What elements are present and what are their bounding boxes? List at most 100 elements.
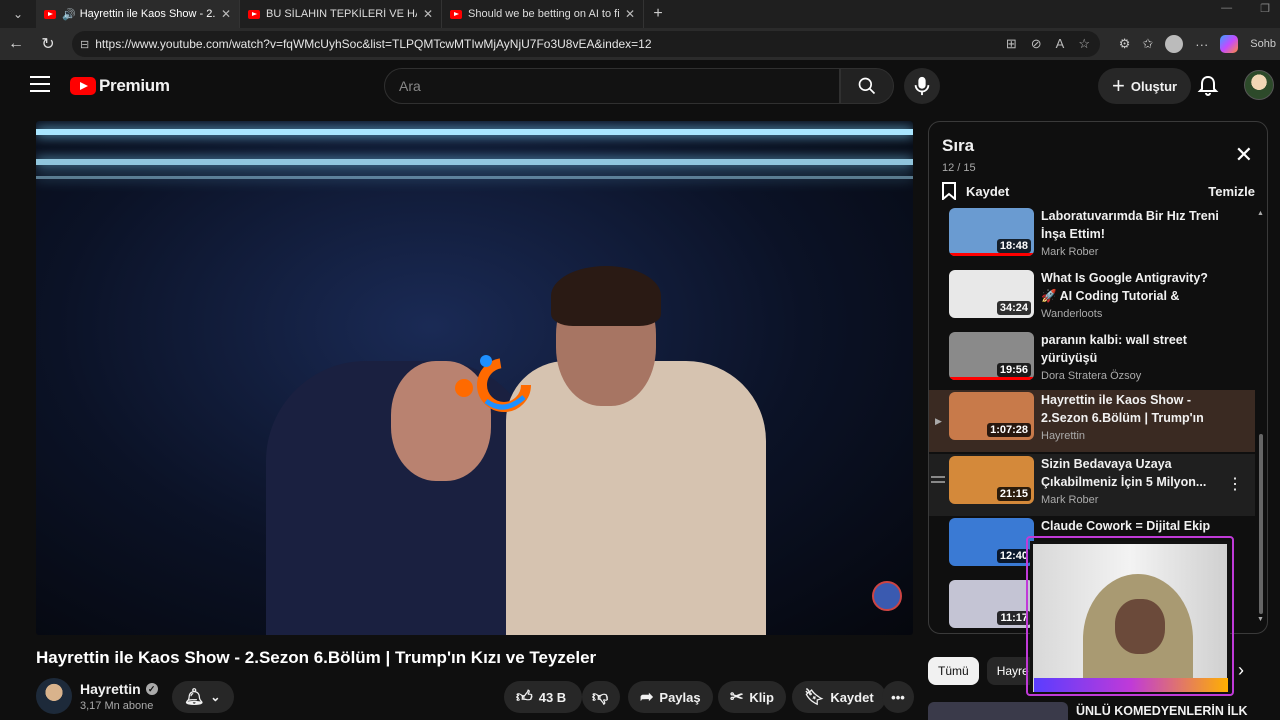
more-actions-label: •••	[891, 689, 905, 705]
like-count: 43 B	[538, 689, 567, 705]
thumbs-up-icon: 👍︎	[516, 688, 533, 706]
youtube-logo[interactable]: Premium	[70, 76, 170, 96]
queue-item-channel: Wanderloots	[1041, 308, 1103, 320]
video-duration: 18:48	[996, 239, 1031, 253]
save-button[interactable]: 🔖︎ Kaydet	[792, 681, 886, 713]
video-thumbnail: 34:24	[949, 270, 1034, 318]
recommendation-title[interactable]: ÜNLÜ KOMEDYENLERİN İLK	[1076, 704, 1248, 718]
channel-name[interactable]: Hayrettin ✓	[80, 681, 158, 697]
more-menu-icon[interactable]: ···	[1195, 37, 1208, 52]
video-thumbnail: 19:56	[949, 332, 1034, 380]
video-thumbnail: 12:40	[949, 518, 1034, 566]
microphone-icon	[914, 76, 930, 96]
more-options-icon[interactable]: ⋮	[1227, 474, 1243, 494]
address-bar[interactable]: ⊟ https://www.youtube.com/watch?v=fqWMcU…	[72, 31, 1100, 57]
share-button[interactable]: ➦ Paylaş	[628, 681, 713, 713]
chevron-right-icon[interactable]: ›	[1238, 660, 1244, 681]
voice-search-button[interactable]	[904, 68, 940, 104]
share-icon: ➦	[640, 689, 654, 706]
video-thumbnail: 11:17	[949, 580, 1034, 628]
queue-item-title: Hayrettin ile Kaos Show - 2.Sezon 6.Bölü…	[1041, 393, 1204, 425]
extensions-icon[interactable]: ⚙	[1119, 36, 1131, 52]
notifications-bell-icon[interactable]	[1196, 74, 1220, 98]
tab-close-icon[interactable]: ✕	[221, 7, 231, 21]
tab-close-icon[interactable]: ✕	[625, 7, 635, 21]
new-tab-button[interactable]: +	[644, 5, 672, 23]
queue-item[interactable]: 18:48 Laboratuvarımda Bir Hız Treni İnşa…	[929, 206, 1255, 268]
channel-avatar[interactable]	[36, 678, 72, 714]
tab-current[interactable]: 🔊 Hayrettin ile Kaos Show - 2.Se ✕	[36, 0, 240, 28]
audio-icon[interactable]: 🔊	[62, 8, 76, 21]
bell-icon: 🔔︎	[184, 689, 205, 706]
tab-list-button[interactable]: ⌄	[0, 0, 36, 28]
minimize-icon[interactable]: —	[1221, 2, 1232, 15]
browser-tab-bar: ⌄ 🔊 Hayrettin ile Kaos Show - 2.Se ✕ BU …	[0, 0, 1280, 28]
restore-icon[interactable]: ❐	[1260, 2, 1270, 15]
address-bar-icons: ⊞ ⊘ A ☆	[1006, 36, 1090, 52]
scissors-icon: ✂	[730, 689, 744, 706]
webcam-frame	[1026, 536, 1234, 696]
queue-item-now-playing[interactable]: ▶ 1:07:28 Hayrettin ile Kaos Show - 2.Se…	[929, 390, 1255, 452]
save-label: Kaydet	[830, 689, 874, 705]
app-available-icon[interactable]: ⊞	[1006, 36, 1017, 52]
copilot-icon[interactable]	[1220, 35, 1239, 53]
video-player[interactable]	[36, 121, 913, 635]
profile-avatar[interactable]	[1165, 35, 1184, 53]
scroll-down-icon[interactable]: ▼	[1257, 616, 1264, 623]
tab-2[interactable]: BU SİLAHIN TEPKİLERİ VE HASARI ✕	[240, 0, 442, 28]
queue-scrollbar[interactable]: ▲ ▼	[1257, 210, 1265, 623]
browser-toolbar: ← ↻ ⊟ https://www.youtube.com/watch?v=fq…	[0, 28, 1280, 60]
url-text: https://www.youtube.com/watch?v=fqWMcUyh…	[95, 37, 652, 51]
video-duration: 34:24	[996, 301, 1031, 315]
queue-save-label: Kaydet	[966, 183, 1010, 199]
favorite-star-icon[interactable]: ☆	[1078, 36, 1090, 52]
youtube-favicon-icon	[248, 9, 260, 19]
scroll-up-icon[interactable]: ▲	[1257, 210, 1264, 217]
video-duration: 1:07:28	[987, 423, 1031, 437]
drag-handle-icon[interactable]	[931, 476, 945, 486]
browser-actions: ⚙ ✩ ··· Sohb	[1119, 28, 1280, 60]
reload-button[interactable]: ↻	[32, 28, 64, 60]
search-input[interactable]	[399, 78, 839, 94]
read-aloud-icon[interactable]: A	[1056, 36, 1065, 52]
window-controls: — ❐	[1221, 2, 1270, 15]
queue-title: Sıra	[942, 136, 975, 155]
scrollbar-thumb[interactable]	[1259, 434, 1263, 614]
back-button[interactable]: ←	[0, 28, 32, 60]
search-button[interactable]	[840, 68, 894, 104]
watch-progress	[949, 253, 1034, 256]
tab-3[interactable]: Should we be betting on AI to fix t ✕	[442, 0, 644, 28]
now-playing-icon: ▶	[935, 416, 942, 426]
filter-chips: Tümü Hayre	[928, 657, 1039, 685]
queue-save-button[interactable]: Kaydet	[942, 182, 1009, 200]
queue-item[interactable]: 21:15 Sizin Bedavaya Uzaya Çıkabilmeniz …	[929, 454, 1255, 516]
search-box	[384, 68, 840, 104]
create-button[interactable]: + Oluştur	[1098, 68, 1192, 104]
menu-icon[interactable]	[30, 76, 50, 94]
tracking-prevention-icon[interactable]: ⊘	[1031, 36, 1042, 52]
site-info-icon[interactable]: ⊟	[80, 38, 89, 51]
stage-light	[36, 159, 913, 165]
channel-watermark[interactable]	[872, 581, 902, 611]
queue-clear-button[interactable]: Temizle	[1208, 184, 1255, 199]
queue-item-title: paranın kalbi: wall street yürüyüşü	[1041, 333, 1187, 365]
tab-title: Should we be betting on AI to fix t	[468, 8, 619, 20]
dislike-button[interactable]: 👎︎	[582, 681, 620, 713]
plus-icon: +	[1112, 73, 1125, 98]
subscription-bell-button[interactable]: 🔔︎ ⌄	[172, 681, 234, 713]
share-label: Paylaş	[659, 689, 701, 705]
like-button[interactable]: 👍︎ 43 B	[504, 681, 582, 713]
account-avatar[interactable]	[1244, 70, 1274, 100]
verified-icon: ✓	[145, 683, 158, 695]
queue-item[interactable]: 19:56 paranın kalbi: wall street yürüyüş…	[929, 330, 1255, 392]
thumbs-down-icon: 👎︎	[592, 688, 609, 706]
tab-close-icon[interactable]: ✕	[423, 7, 433, 21]
chip-all[interactable]: Tümü	[928, 657, 979, 685]
favorites-icon[interactable]: ✩	[1142, 36, 1153, 52]
recommendation-thumbnail[interactable]	[928, 702, 1068, 720]
more-actions-button[interactable]: •••	[882, 681, 914, 713]
queue-item[interactable]: 34:24 What Is Google Antigravity? 🚀 AI C…	[929, 268, 1255, 330]
clip-button[interactable]: ✂ Klip	[718, 681, 786, 713]
close-queue-icon[interactable]: ✕	[1235, 142, 1253, 168]
sidebar-label[interactable]: Sohb	[1250, 38, 1276, 50]
